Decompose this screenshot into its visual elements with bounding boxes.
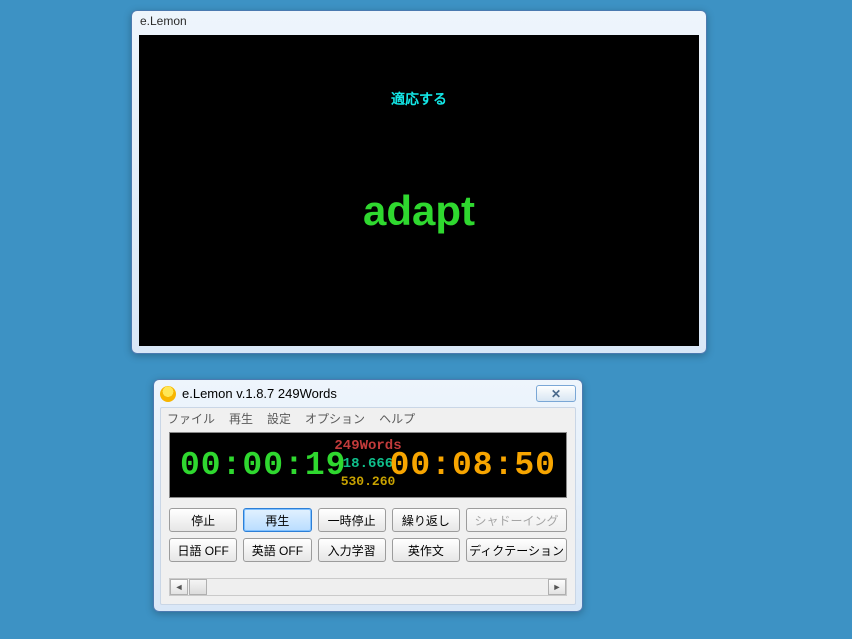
meter-panel: 00:00:19 249Words 18.666 530.260 00:08:5… xyxy=(169,432,567,498)
control-titlebar[interactable]: e.Lemon v.1.8.7 249Words ✕ xyxy=(154,380,582,407)
scroll-right-button[interactable]: ► xyxy=(548,579,566,595)
app-icon xyxy=(160,386,176,402)
display-window-title: e.Lemon xyxy=(132,11,706,33)
composition-button[interactable]: 英作文 xyxy=(392,538,460,562)
english-text: adapt xyxy=(139,187,699,235)
input-study-button[interactable]: 入力学習 xyxy=(318,538,386,562)
play-button[interactable]: 再生 xyxy=(243,508,311,532)
total-time: 00:08:50 xyxy=(390,447,556,484)
close-button[interactable]: ✕ xyxy=(536,385,576,402)
menu-file[interactable]: ファイル xyxy=(167,410,215,427)
dictation-button[interactable]: ディクテーション xyxy=(466,538,567,562)
menu-play[interactable]: 再生 xyxy=(229,410,253,427)
control-body: ファイル 再生 設定 オプション ヘルプ 00:00:19 249Words 1… xyxy=(160,407,576,605)
control-window: e.Lemon v.1.8.7 249Words ✕ ファイル 再生 設定 オプ… xyxy=(153,379,583,612)
menu-settings[interactable]: 設定 xyxy=(267,410,291,427)
button-grid: 停止 再生 一時停止 繰り返し シャドーイング 日語 OFF 英語 OFF 入力… xyxy=(169,508,567,562)
scroll-thumb[interactable] xyxy=(189,579,207,595)
jp-off-button[interactable]: 日語 OFF xyxy=(169,538,237,562)
pause-button[interactable]: 一時停止 xyxy=(318,508,386,532)
en-off-button[interactable]: 英語 OFF xyxy=(243,538,311,562)
menu-help[interactable]: ヘルプ xyxy=(379,410,415,427)
menu-options[interactable]: オプション xyxy=(305,410,365,427)
control-window-title: e.Lemon v.1.8.7 249Words xyxy=(182,386,337,401)
horizontal-scrollbar[interactable]: ◄ ► xyxy=(169,578,567,596)
close-icon: ✕ xyxy=(551,387,561,401)
japanese-text: 適応する xyxy=(139,89,699,109)
display-window: e.Lemon 適応する adapt xyxy=(131,10,707,354)
stop-button[interactable]: 停止 xyxy=(169,508,237,532)
scroll-track[interactable] xyxy=(188,579,548,595)
menu-bar: ファイル 再生 設定 オプション ヘルプ xyxy=(161,408,575,428)
display-canvas: 適応する adapt xyxy=(139,35,699,346)
shadowing-button[interactable]: シャドーイング xyxy=(466,508,567,532)
repeat-button[interactable]: 繰り返し xyxy=(392,508,460,532)
scroll-left-button[interactable]: ◄ xyxy=(170,579,188,595)
